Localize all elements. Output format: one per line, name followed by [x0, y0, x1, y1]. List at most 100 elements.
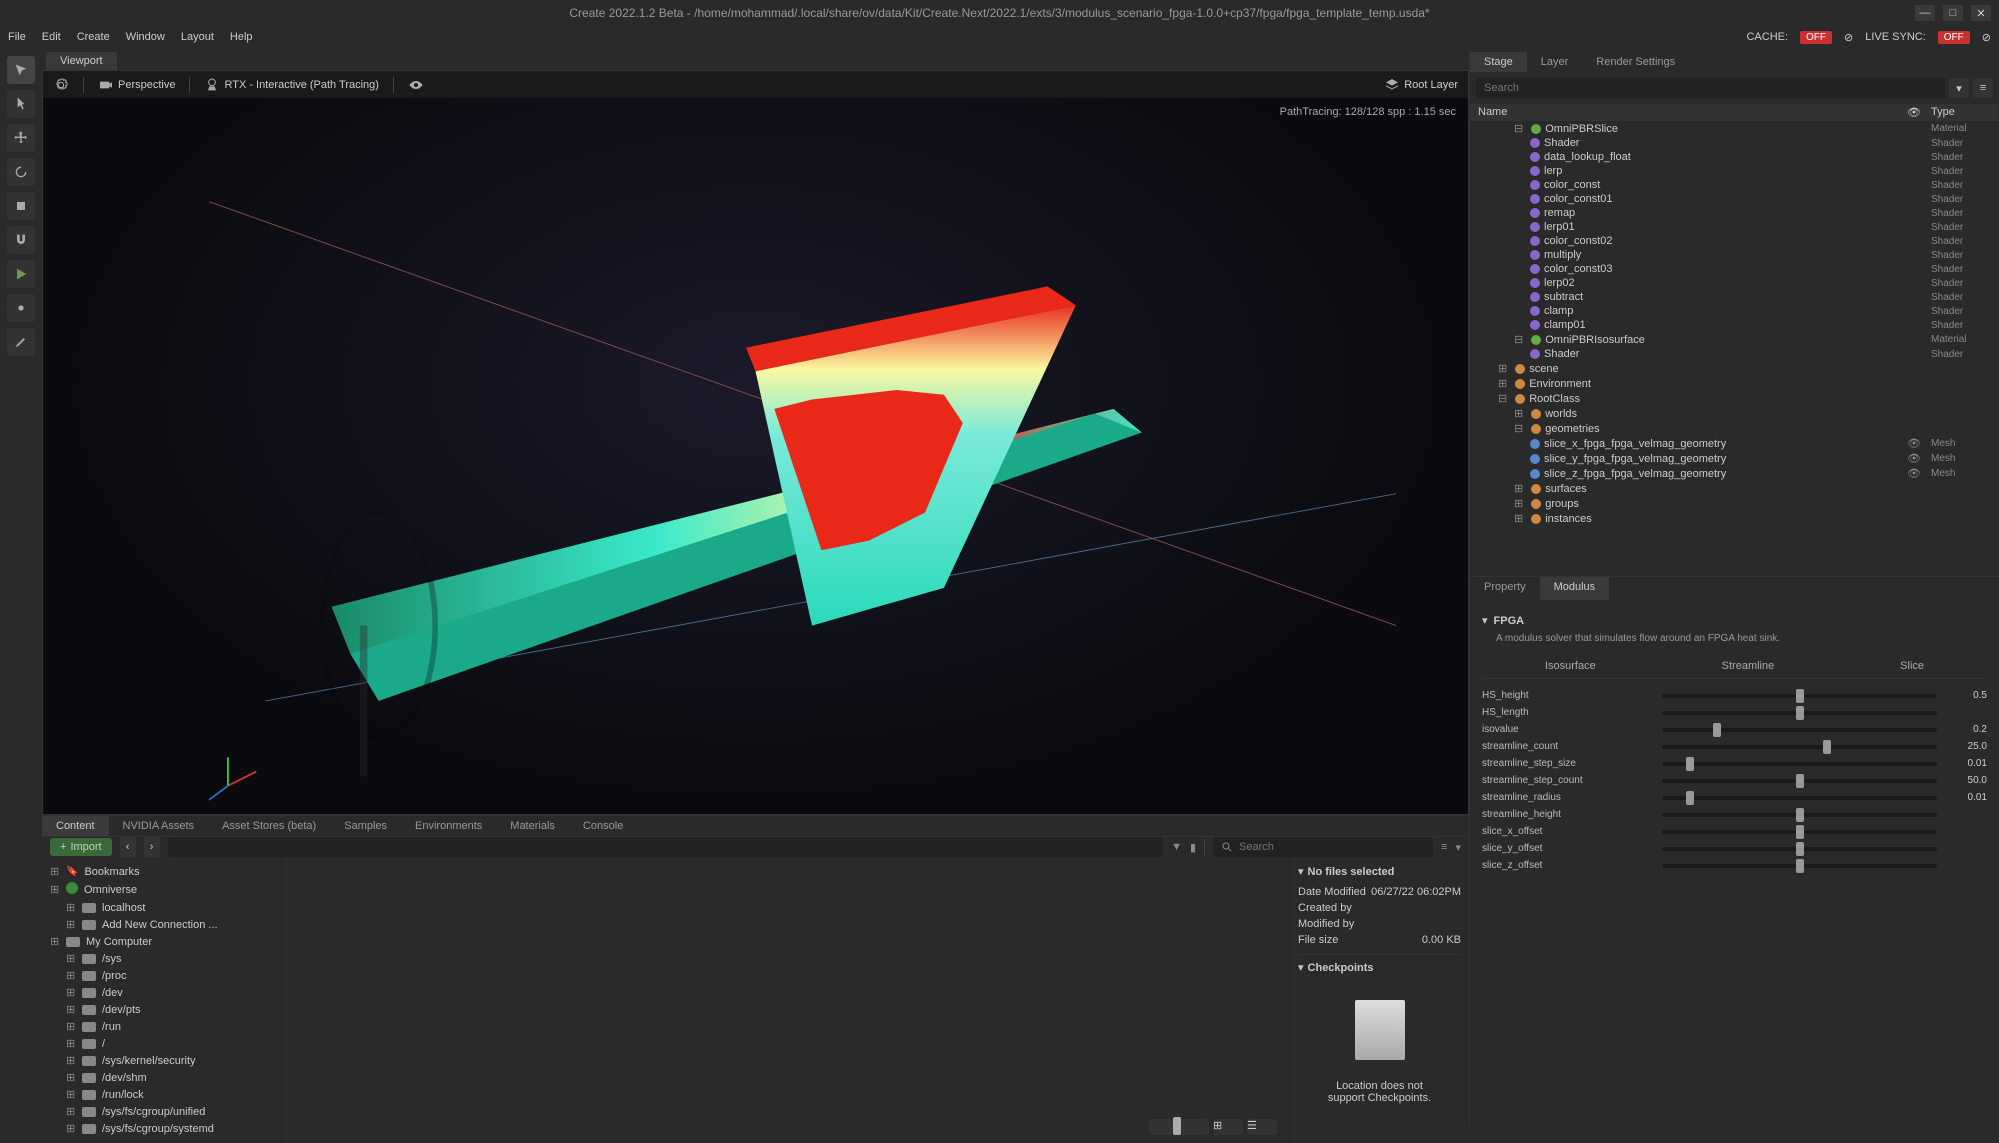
chevron-down-icon[interactable]: ▾ [1298, 961, 1304, 974]
bookmark-icon[interactable]: ▮ [1190, 841, 1196, 854]
tab-environments[interactable]: Environments [401, 816, 496, 836]
livesync-status-badge[interactable]: OFF [1938, 31, 1970, 44]
expand-icon[interactable]: ⊞ [1514, 482, 1523, 495]
menu-create[interactable]: Create [77, 31, 110, 43]
tree-item[interactable]: ⊞🔖Bookmarks [42, 863, 281, 880]
tree-item[interactable]: ⊞/dev/shm [42, 1069, 281, 1086]
tree-item[interactable]: ⊞localhost [42, 899, 281, 916]
expand-icon[interactable]: ⊞ [66, 1105, 76, 1118]
stage-node[interactable]: color_const03Shader [1470, 262, 1999, 276]
slider-thumb[interactable] [1796, 859, 1804, 873]
slider-thumb[interactable] [1713, 723, 1721, 737]
expand-icon[interactable]: ⊞ [66, 969, 76, 982]
slider-thumb[interactable] [1686, 791, 1694, 805]
rotate-tool[interactable] [7, 158, 35, 186]
stage-tree[interactable]: ⊟OmniPBRSliceMaterial ShaderShader data_lo… [1470, 121, 1999, 576]
tree-item[interactable]: ⊞/sys [42, 950, 281, 967]
stage-node[interactable]: lerp02Shader [1470, 276, 1999, 290]
close-button[interactable]: ✕ [1971, 5, 1991, 21]
stage-node[interactable]: color_const02Shader [1470, 234, 1999, 248]
stage-node[interactable]: ShaderShader [1470, 347, 1999, 361]
slider-thumb[interactable] [1796, 774, 1804, 788]
scale-tool[interactable] [7, 192, 35, 220]
slider-streamline_step_size[interactable] [1662, 762, 1937, 766]
toggle-icon[interactable]: ⊘ [1982, 31, 1991, 44]
mode-slice[interactable]: Slice [1900, 660, 1924, 672]
content-search[interactable] [1213, 837, 1433, 857]
tree-item[interactable]: ⊞/run [42, 1018, 281, 1035]
root-layer-button[interactable]: Root Layer [1384, 77, 1458, 93]
animation-tool[interactable] [7, 294, 35, 322]
stage-search-input[interactable] [1476, 78, 1945, 98]
slider-streamline_height[interactable] [1662, 813, 1937, 817]
expand-icon[interactable]: ⊞ [66, 1071, 76, 1084]
slider-thumb[interactable] [1796, 825, 1804, 839]
thumbnail-slider[interactable] [1149, 1119, 1209, 1135]
dropdown-icon[interactable]: ▼ [1171, 841, 1182, 853]
tree-item[interactable]: ⊞/run/lock [42, 1086, 281, 1103]
stage-node[interactable]: lerp01Shader [1470, 220, 1999, 234]
tab-property[interactable]: Property [1470, 577, 1540, 600]
slider-thumb[interactable] [1796, 706, 1804, 720]
maximize-button[interactable]: □ [1943, 5, 1963, 21]
stage-node[interactable]: ⊞instances [1470, 511, 1999, 526]
tab-asset-stores-beta-[interactable]: Asset Stores (beta) [208, 816, 330, 836]
stage-node[interactable]: multiplyShader [1470, 248, 1999, 262]
tab-stage[interactable]: Stage [1470, 52, 1527, 72]
stage-node[interactable]: subtractShader [1470, 290, 1999, 304]
tree-item[interactable]: ⊞/sys/fs/cgroup/systemd [42, 1120, 281, 1137]
expand-icon[interactable]: ⊞ [66, 1037, 76, 1050]
nav-back-button[interactable]: ‹ [120, 837, 136, 857]
select-tool[interactable] [7, 56, 35, 84]
expand-icon[interactable]: ⊞ [50, 883, 60, 896]
visibility-toggle[interactable] [408, 77, 424, 93]
stage-node[interactable]: ⊞Environment [1470, 376, 1999, 391]
slider-HS_length[interactable] [1662, 711, 1937, 715]
camera-selector[interactable]: Perspective [98, 77, 175, 93]
stage-node[interactable]: ⊟OmniPBRSliceMaterial [1470, 121, 1999, 136]
expand-icon[interactable]: ⊟ [1514, 333, 1523, 346]
visibility-toggle[interactable]: 👁 [1907, 437, 1931, 450]
expand-icon[interactable]: ⊞ [66, 986, 76, 999]
viewport-3d-view[interactable]: PathTracing: 128/128 spp : 1.15 sec [42, 98, 1469, 815]
visibility-toggle[interactable]: 👁 [1907, 452, 1931, 465]
expand-icon[interactable]: ⊞ [66, 1020, 76, 1033]
stage-node[interactable]: clampShader [1470, 304, 1999, 318]
play-tool[interactable] [7, 260, 35, 288]
tree-item[interactable]: ⊞/sys/kernel/security [42, 1052, 281, 1069]
slider-isovalue[interactable] [1662, 728, 1937, 732]
minimize-button[interactable]: — [1915, 5, 1935, 21]
renderer-selector[interactable]: RTX - Interactive (Path Tracing) [204, 77, 378, 93]
tab-content[interactable]: Content [42, 816, 109, 836]
snap-tool[interactable] [7, 226, 35, 254]
tab-materials[interactable]: Materials [496, 816, 569, 836]
stage-node[interactable]: color_constShader [1470, 178, 1999, 192]
stage-node[interactable]: clamp01Shader [1470, 318, 1999, 332]
stage-node[interactable]: data_lookup_floatShader [1470, 150, 1999, 164]
slider-slice_z_offset[interactable] [1662, 864, 1937, 868]
expand-icon[interactable]: ⊞ [1498, 362, 1507, 375]
menu-file[interactable]: File [8, 31, 26, 43]
import-button[interactable]: +Import [50, 838, 112, 856]
viewport-tab[interactable]: Viewport [46, 52, 117, 70]
tree-item[interactable]: ⊞/dev [42, 984, 281, 1001]
toggle-icon[interactable]: ⊘ [1844, 31, 1853, 44]
menu-help[interactable]: Help [230, 31, 253, 43]
slider-HS_height[interactable] [1662, 694, 1937, 698]
tree-item[interactable]: ⊞My Computer [42, 933, 281, 950]
expand-icon[interactable]: ⊞ [66, 1122, 76, 1135]
expand-icon[interactable]: ⊞ [66, 901, 76, 914]
menu-layout[interactable]: Layout [181, 31, 214, 43]
expand-icon[interactable]: ⊞ [66, 1054, 76, 1067]
axis-gizmo[interactable] [209, 757, 256, 799]
chevron-down-icon[interactable]: ▾ [1298, 865, 1304, 878]
eye-icon[interactable]: 👁 [1907, 106, 1931, 119]
grid-view-button[interactable]: ⊞ [1213, 1119, 1243, 1135]
mode-isosurface[interactable]: Isosurface [1545, 660, 1596, 672]
chevron-down-icon[interactable]: ▾ [1482, 614, 1488, 627]
slider-thumb[interactable] [1823, 740, 1831, 754]
menu-edit[interactable]: Edit [42, 31, 61, 43]
expand-icon[interactable]: ⊞ [66, 1088, 76, 1101]
tree-item[interactable]: ⊞/ [42, 1035, 281, 1052]
slider-thumb[interactable] [1686, 757, 1694, 771]
